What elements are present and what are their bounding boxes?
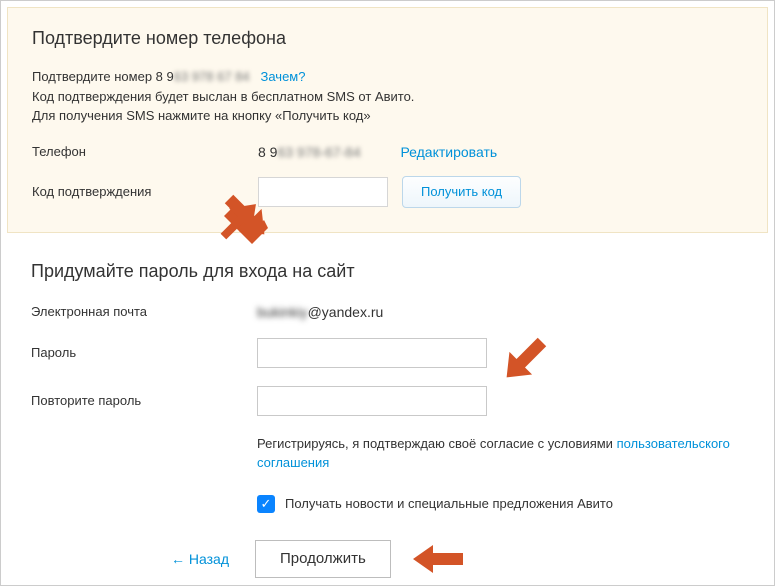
phone-row: Телефон 8 963 978-67-84 Редактировать: [32, 144, 747, 160]
confirm-prefix-text: Подтвердите номер: [32, 69, 156, 84]
arrow-annotation-continue-icon: [407, 539, 471, 579]
password-input[interactable]: [257, 338, 487, 368]
email-row: Электронная почта bukinkiy@yandex.ru: [31, 304, 744, 320]
password-row: Пароль: [31, 338, 744, 368]
confirm-password-label: Повторите пароль: [31, 393, 257, 408]
edit-phone-link[interactable]: Редактировать: [400, 144, 497, 160]
terms-prefix: Регистрируясь, я подтверждаю своё соглас…: [257, 436, 617, 451]
email-domain: @yandex.ru: [308, 304, 384, 320]
why-link[interactable]: Зачем?: [261, 69, 306, 84]
continue-button[interactable]: Продолжить: [255, 540, 391, 578]
phone-value: 8 963 978-67-84: [258, 144, 361, 160]
terms-text: Регистрируясь, я подтверждаю своё соглас…: [257, 434, 744, 473]
password-section: Придумайте пароль для входа на сайт Элек…: [7, 261, 768, 579]
info-line-howto: Для получения SMS нажмите на кнопку «Пол…: [32, 106, 747, 126]
back-link[interactable]: ← Назад: [171, 551, 229, 567]
info-line-sms: Код подтверждения будет выслан в бесплат…: [32, 87, 747, 107]
confirm-num-visible: 8 9: [156, 69, 174, 84]
phone-blurred: 63 978-67-84: [277, 144, 360, 160]
password-label: Пароль: [31, 345, 257, 360]
confirm-password-input[interactable]: [257, 386, 487, 416]
get-code-button[interactable]: Получить код: [402, 176, 521, 208]
verification-code-input[interactable]: [258, 177, 388, 207]
code-row: Код подтверждения Получить код: [32, 176, 747, 208]
code-label: Код подтверждения: [32, 184, 258, 199]
newsletter-row: ✓ Получать новости и специальные предлож…: [257, 495, 744, 513]
navigation-row: ← Назад Продолжить: [171, 539, 744, 579]
phone-prefix: 8 9: [258, 144, 277, 160]
email-local-blurred: bukinkiy: [257, 304, 308, 320]
phone-label: Телефон: [32, 144, 258, 159]
phone-verification-panel: Подтвердите номер телефона Подтвердите н…: [7, 7, 768, 233]
confirm-number-line: Подтвердите номер 8 963 978 67 84 Зачем?: [32, 67, 747, 87]
password-section-title: Придумайте пароль для входа на сайт: [31, 261, 744, 282]
newsletter-checkbox[interactable]: ✓: [257, 495, 275, 513]
email-label: Электронная почта: [31, 304, 257, 319]
confirm-num-blurred: 63 978 67 84: [174, 69, 250, 84]
newsletter-label: Получать новости и специальные предложен…: [285, 496, 613, 511]
email-value: bukinkiy@yandex.ru: [257, 304, 383, 320]
phone-section-title: Подтвердите номер телефона: [32, 28, 747, 49]
phone-info-block: Подтвердите номер 8 963 978 67 84 Зачем?…: [32, 67, 747, 126]
confirm-password-row: Повторите пароль: [31, 386, 744, 416]
